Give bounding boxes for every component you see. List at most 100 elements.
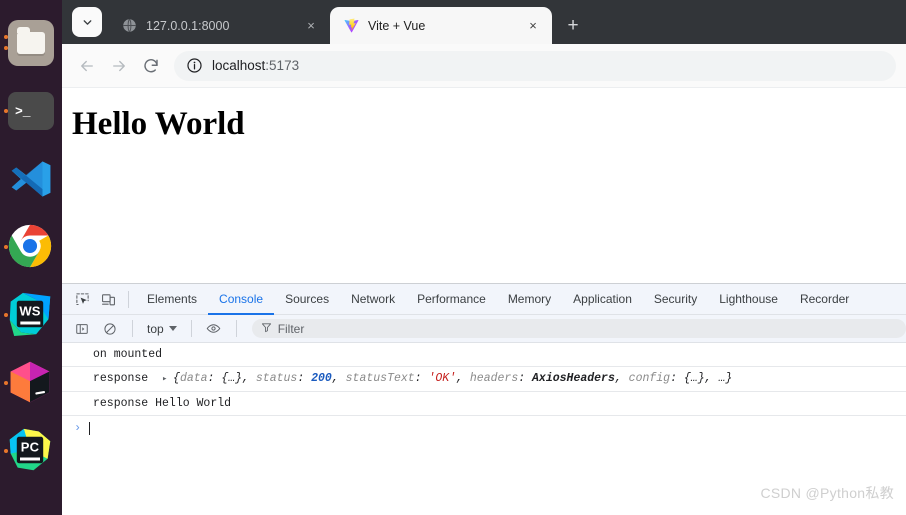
console-token-k: config (628, 372, 671, 385)
vite-logo-icon (343, 18, 359, 34)
dock-item-datagrip[interactable] (4, 360, 54, 406)
browser-toolbar: localhost:5173 (62, 44, 906, 88)
console-token-pun: : (518, 372, 533, 385)
console-context-selector[interactable]: top (142, 322, 182, 336)
pycharm-icon: PC (8, 428, 52, 472)
chevron-down-icon (168, 326, 177, 331)
devtools-tab-console[interactable]: Console (208, 284, 274, 315)
device-toolbar-icon[interactable] (95, 286, 121, 312)
console-message-log[interactable]: response Hello World (62, 392, 906, 416)
tab-title: Vite + Vue (368, 18, 426, 33)
console-message-text: on mounted (93, 348, 163, 361)
text-cursor (89, 421, 91, 435)
console-sidebar-icon[interactable] (69, 316, 95, 342)
address-bar-text: localhost:5173 (212, 58, 299, 73)
running-indicator-dot (4, 35, 8, 40)
watermark: CSDN @Python私教 (760, 485, 894, 501)
devtools-tab-elements[interactable]: Elements (136, 284, 208, 315)
devtools-tab-recorder[interactable]: Recorder (789, 284, 860, 315)
console-token-pun: : (414, 372, 429, 385)
console-token-pun: : (670, 372, 684, 385)
filterbar-divider (235, 320, 237, 337)
console-token-pun: , (614, 372, 629, 385)
tab-search-button[interactable] (72, 7, 102, 37)
filterbar-divider (190, 320, 192, 337)
tab-close-button[interactable]: × (302, 17, 320, 35)
devtools-tab-memory[interactable]: Memory (497, 284, 562, 315)
devtools-tabbar: Elements Console Sources Network Perform… (62, 284, 906, 315)
filter-funnel-icon (261, 320, 272, 338)
chrome-icon (8, 224, 52, 268)
running-indicator-dot (4, 45, 8, 50)
new-tab-button[interactable]: + (560, 12, 586, 38)
running-indicator-dot (4, 245, 8, 249)
console-token-pun: : (207, 372, 222, 385)
console-filter-input[interactable]: Filter (251, 319, 906, 338)
back-button[interactable] (72, 51, 102, 81)
console-message-text: response Hello World (93, 397, 232, 410)
url-host: localhost (212, 58, 266, 73)
webstorm-icon: WS (8, 292, 52, 336)
devtools-tab-application[interactable]: Application (562, 284, 643, 315)
inspect-element-icon[interactable] (69, 286, 95, 312)
devtools-tab-security[interactable]: Security (643, 284, 708, 315)
dock-item-terminal[interactable]: >_ (4, 88, 54, 134)
browser-tab-vite-vue[interactable]: Vite + Vue × (330, 7, 552, 44)
console-message-object[interactable]: response ▸ {data: {…}, status: 200, statu… (62, 367, 906, 392)
ubuntu-dock: >_ WS PC (0, 0, 62, 515)
browser-tabstrip: 127.0.0.1:8000 × Vite + Vue × + (62, 0, 906, 44)
console-object-preview: {data: {…}, status: 200, statusText: 'OK… (173, 372, 732, 385)
devtools-tab-network[interactable]: Network (340, 284, 406, 315)
url-port: :5173 (265, 58, 300, 73)
devtools-tab-performance[interactable]: Performance (406, 284, 497, 315)
files-icon (8, 20, 54, 66)
console-token-pun: , (456, 372, 470, 385)
dock-item-vscode[interactable] (8, 156, 54, 202)
console-token-num: 200 (311, 372, 332, 385)
dock-item-files[interactable] (4, 20, 54, 66)
devtools-tab-lighthouse[interactable]: Lighthouse (708, 284, 789, 315)
forward-button[interactable] (104, 51, 134, 81)
clear-console-icon[interactable] (97, 316, 123, 342)
filterbar-divider (132, 320, 133, 337)
dock-item-webstorm[interactable]: WS (4, 292, 54, 338)
info-circle-icon[interactable] (186, 57, 203, 74)
console-token-pun: : (297, 372, 312, 385)
globe-icon (121, 18, 137, 34)
prompt-arrow-icon: › (74, 421, 82, 435)
console-token-obj: {…} (683, 372, 705, 385)
console-token-cls: AxiosHeaders (532, 372, 615, 385)
chevron-down-icon (83, 19, 91, 25)
running-indicator-dot (4, 109, 8, 113)
address-bar[interactable]: localhost:5173 (174, 50, 896, 81)
page-title: Hello World (72, 106, 245, 142)
console-token-k: data (179, 372, 208, 385)
reload-button[interactable] (136, 51, 166, 81)
screen: >_ WS PC 127.0.0.1:8000 × Vite + Vue × +… (0, 0, 906, 515)
console-token-k: status (255, 372, 298, 385)
console-token-k: statusText (345, 372, 415, 385)
dock-item-pycharm[interactable]: PC (4, 428, 54, 474)
tab-close-button[interactable]: × (524, 17, 542, 35)
console-token-obj: {…} (221, 372, 243, 385)
console-token-k: headers (469, 372, 519, 385)
console-token-obj: …} (718, 372, 733, 385)
live-expression-eye-icon[interactable] (201, 316, 227, 342)
browser-window: 127.0.0.1:8000 × Vite + Vue × + localhos… (62, 0, 906, 515)
disclosure-triangle-icon[interactable]: ▸ (162, 372, 173, 387)
console-token-pun: { (173, 372, 180, 385)
console-token-str: 'OK' (428, 372, 457, 385)
vscode-icon (11, 161, 51, 197)
console-message-log[interactable]: on mounted (62, 343, 906, 367)
console-filter-bar: top Filter (62, 315, 906, 343)
page-viewport: Hello World (62, 88, 906, 284)
console-token-pun: , (704, 372, 719, 385)
console-token-pun: , (242, 372, 256, 385)
browser-tab-127-0-0-1-8000[interactable]: 127.0.0.1:8000 × (108, 7, 330, 44)
console-prompt[interactable]: › (62, 416, 906, 439)
filter-placeholder: Filter (277, 321, 305, 336)
devtools-tab-sources[interactable]: Sources (274, 284, 340, 315)
toolbar-divider (128, 290, 129, 308)
dock-item-chrome[interactable] (4, 224, 54, 270)
console-object-label: response (93, 372, 149, 385)
